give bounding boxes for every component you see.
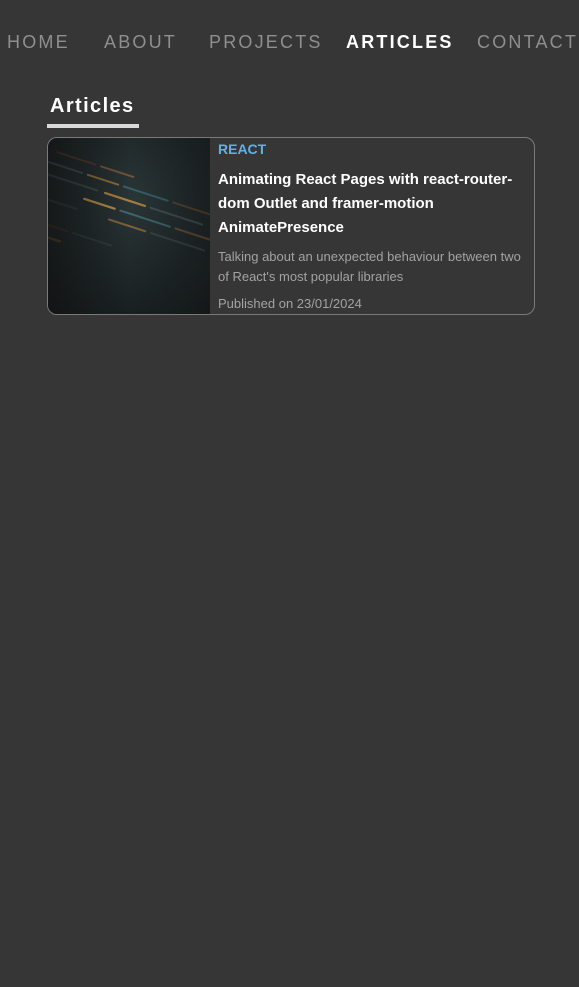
article-tag[interactable]: REACT [218,141,266,157]
top-navigation: HOME ABOUT PROJECTS ARTICLES CONTACT [0,0,579,86]
nav-link-projects[interactable]: PROJECTS [209,32,323,53]
article-thumbnail [48,138,210,314]
article-title[interactable]: Animating React Pages with react-router-… [218,168,530,240]
page-title: Articles [47,94,139,128]
nav-link-articles[interactable]: ARTICLES [346,32,454,53]
article-card[interactable]: REACT Animating React Pages with react-r… [47,137,535,315]
article-publish-date: Published on 23/01/2024 [218,296,362,311]
article-description: Talking about an unexpected behaviour be… [218,249,521,284]
nav-link-contact[interactable]: CONTACT [477,32,578,53]
nav-link-about[interactable]: ABOUT [104,32,177,53]
nav-link-home[interactable]: HOME [7,32,70,53]
